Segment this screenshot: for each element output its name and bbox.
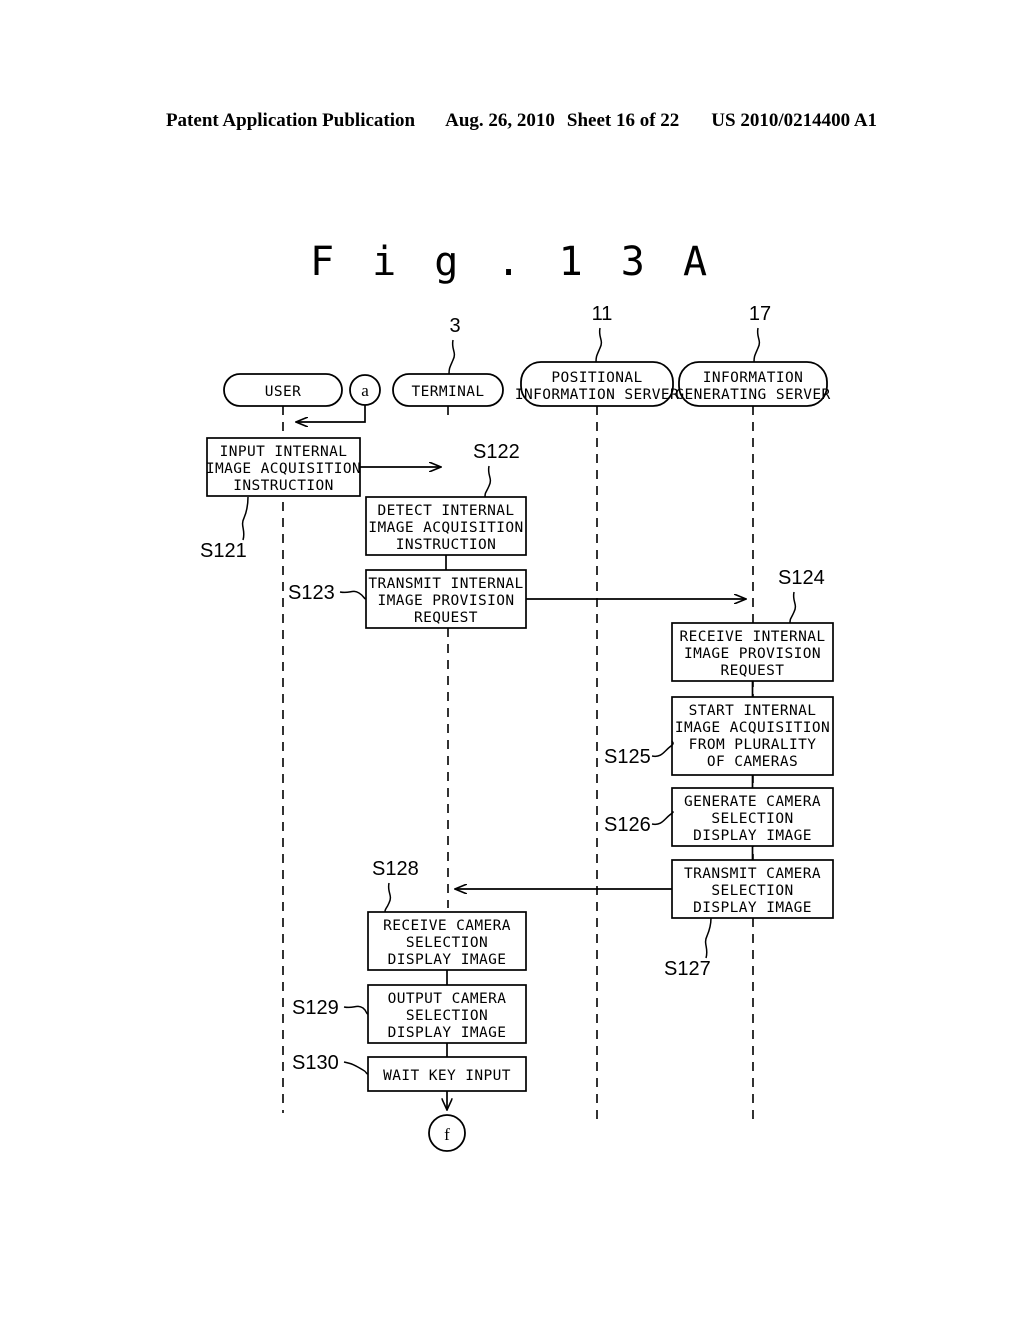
step-S122-label: S122 [473, 441, 520, 463]
step-S123-line-2: REQUEST [414, 610, 478, 626]
step-S124-label: S124 [778, 567, 825, 589]
lifeline-label-user: USER [265, 384, 302, 400]
step-S126-line-0: GENERATE CAMERA [684, 794, 821, 810]
lifeline-label-generating-line2: GENERATING SERVER [675, 387, 830, 403]
step-S127-line-2: DISPLAY IMAGE [693, 900, 812, 916]
step-box-S123: TRANSMIT INTERNAL IMAGE PROVISION REQUES… [365, 569, 527, 629]
step-S129-label: S129 [292, 997, 339, 1019]
step-S127-label: S127 [664, 958, 711, 980]
step-label-S121: S121 [200, 496, 249, 562]
step-S126-label: S126 [604, 814, 651, 836]
ref-label-3: 3 [449, 315, 460, 337]
lifeline-label-positional-line2: INFORMATION SERVER [515, 387, 679, 403]
step-label-S127: S127 [664, 917, 712, 980]
step-S129-line-2: DISPLAY IMAGE [388, 1025, 507, 1041]
step-S128-line-2: DISPLAY IMAGE [388, 952, 507, 968]
lifeline-head-positional-information-server: POSITIONAL INFORMATION SERVER [515, 361, 679, 407]
connector-entry-a: a [349, 374, 381, 406]
step-S130-label: S130 [292, 1052, 339, 1074]
connector-entry-label: a [361, 381, 369, 400]
step-box-S130: WAIT KEY INPUT [367, 1056, 527, 1092]
figure-title: F i g . 1 3 A [310, 239, 714, 285]
ref-label-11: 11 [592, 303, 613, 325]
lifeline-head-information-generating-server: INFORMATION GENERATING SERVER [675, 361, 830, 407]
step-S122-line-0: DETECT INTERNAL [378, 503, 515, 519]
step-box-S128: RECEIVE CAMERA SELECTION DISPLAY IMAGE [367, 911, 527, 971]
lifeline-head-user: USER [223, 373, 343, 407]
step-S130-line-0: WAIT KEY INPUT [383, 1068, 511, 1084]
step-label-S122: S122 [473, 441, 520, 498]
step-S122-line-2: INSTRUCTION [396, 537, 496, 553]
step-S123-label: S123 [288, 582, 335, 604]
step-S129-line-0: OUTPUT CAMERA [388, 991, 507, 1007]
connector-exit-label: f [444, 1125, 450, 1144]
step-S128-line-0: RECEIVE CAMERA [383, 918, 511, 934]
step-label-S128: S128 [372, 858, 419, 913]
step-label-S123: S123 [288, 582, 367, 604]
step-box-S127: TRANSMIT CAMERA SELECTION DISPLAY IMAGE [671, 859, 834, 919]
step-S121-line-2: INSTRUCTION [233, 478, 333, 494]
step-S124-line-0: RECEIVE INTERNAL [679, 629, 825, 645]
lifeline-head-terminal: TERMINAL [392, 373, 504, 407]
step-S125-line-1: IMAGE ACQUISITION [675, 720, 830, 736]
ref-numeral-terminal: 3 [448, 315, 461, 375]
lifeline-label-terminal: TERMINAL [411, 384, 484, 400]
step-label-S125: S125 [604, 740, 674, 768]
patent-page: Patent Application Publication Aug. 26, 2… [0, 0, 1024, 1320]
step-label-S124: S124 [778, 567, 825, 624]
lifeline-label-positional-line1: POSITIONAL [551, 370, 642, 386]
step-label-S129: S129 [292, 997, 369, 1019]
step-box-S125: START INTERNAL IMAGE ACQUISITION FROM PL… [671, 696, 834, 776]
step-S121-label: S121 [200, 540, 247, 562]
step-box-S126: GENERATE CAMERA SELECTION DISPLAY IMAGE [671, 787, 834, 847]
step-S128-line-1: SELECTION [406, 935, 488, 951]
connector-exit-f: f [428, 1114, 466, 1152]
step-S127-line-0: TRANSMIT CAMERA [684, 866, 821, 882]
step-S127-line-1: SELECTION [711, 883, 793, 899]
step-S126-line-1: SELECTION [711, 811, 793, 827]
step-S123-line-0: TRANSMIT INTERNAL [368, 576, 523, 592]
step-S121-line-0: INPUT INTERNAL [220, 444, 348, 460]
step-S124-line-1: IMAGE PROVISION [684, 646, 821, 662]
step-box-S129: OUTPUT CAMERA SELECTION DISPLAY IMAGE [367, 984, 527, 1044]
step-S125-line-2: FROM PLURALITY [689, 737, 817, 753]
step-S122-line-1: IMAGE ACQUISITION [368, 520, 523, 536]
entry-connector-path [296, 405, 366, 422]
figure-canvas: F i g . 1 3 A USER a TERMINAL POSITIONAL… [200, 239, 834, 1152]
step-S123-line-1: IMAGE PROVISION [378, 593, 515, 609]
step-box-S122: DETECT INTERNAL IMAGE ACQUISITION INSTRU… [365, 496, 527, 556]
ref-numeral-generating-server: 17 [749, 303, 771, 363]
step-label-S126: S126 [604, 811, 674, 836]
step-S125-line-3: OF CAMERAS [707, 754, 798, 770]
step-box-S124: RECEIVE INTERNAL IMAGE PROVISION REQUEST [671, 622, 834, 682]
step-S124-line-2: REQUEST [721, 663, 785, 679]
step-S125-label: S125 [604, 746, 651, 768]
step-S125-line-0: START INTERNAL [689, 703, 817, 719]
ref-numeral-positional-server: 11 [592, 303, 613, 363]
step-label-S130: S130 [292, 1052, 369, 1075]
step-S121-line-1: IMAGE ACQUISITION [206, 461, 361, 477]
lifeline-label-generating-line1: INFORMATION [703, 370, 803, 386]
step-S126-line-2: DISPLAY IMAGE [693, 828, 812, 844]
step-S128-label: S128 [372, 858, 419, 880]
step-S129-line-1: SELECTION [406, 1008, 488, 1024]
step-box-S121: INPUT INTERNAL IMAGE ACQUISITION INSTRUC… [206, 437, 361, 497]
ref-label-17: 17 [749, 303, 771, 325]
